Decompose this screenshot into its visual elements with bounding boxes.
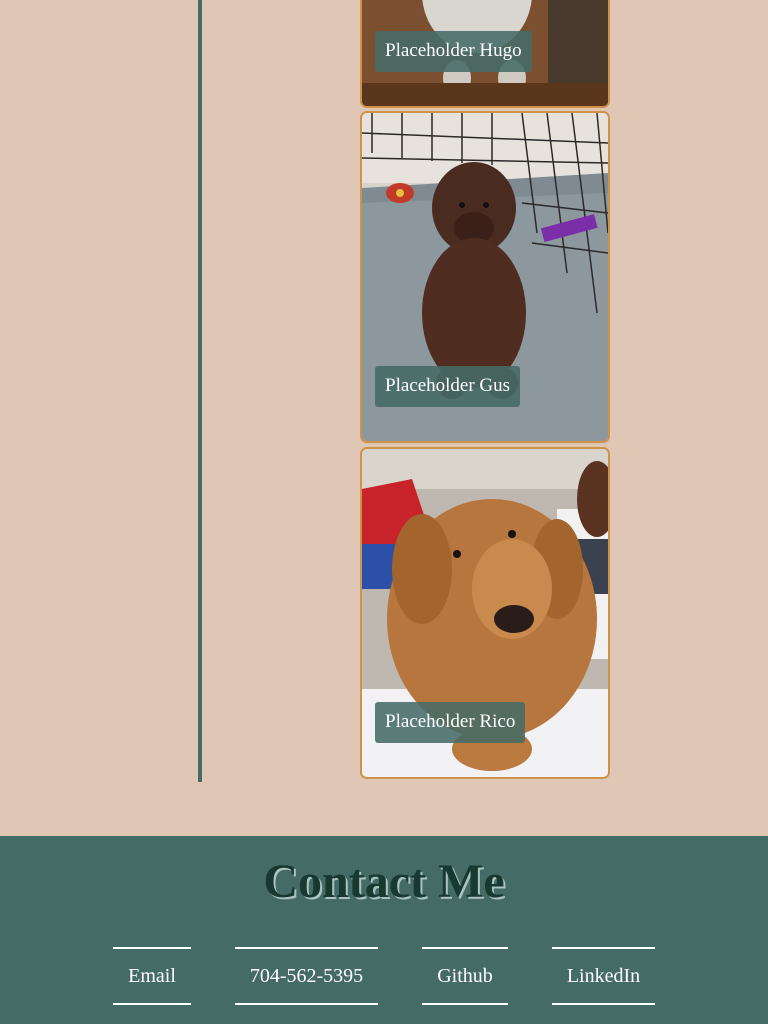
github-link[interactable]: Github	[422, 947, 508, 1005]
email-link[interactable]: Email	[113, 947, 191, 1005]
vertical-divider	[198, 0, 202, 782]
phone-link[interactable]: 704-562-5395	[235, 947, 378, 1005]
contact-title: Contact Me	[263, 855, 505, 908]
gallery-caption: Placeholder Hugo	[375, 31, 532, 72]
contact-links: Email 704-562-5395 Github LinkedIn	[0, 947, 768, 1005]
gallery-card-rico[interactable]: Placeholder Rico	[360, 447, 610, 779]
page: Placeholder Hugo Placeholder Gus Placeho…	[0, 0, 768, 1024]
gallery-card-gus[interactable]: Placeholder Gus	[360, 111, 610, 443]
gallery-caption: Placeholder Rico	[375, 702, 526, 743]
gallery-caption: Placeholder Gus	[375, 366, 521, 407]
contact-section: Contact Me Email 704-562-5395 Github Lin…	[0, 836, 768, 1024]
linkedin-link[interactable]: LinkedIn	[552, 947, 655, 1005]
gallery-card-hugo[interactable]: Placeholder Hugo	[360, 0, 610, 108]
